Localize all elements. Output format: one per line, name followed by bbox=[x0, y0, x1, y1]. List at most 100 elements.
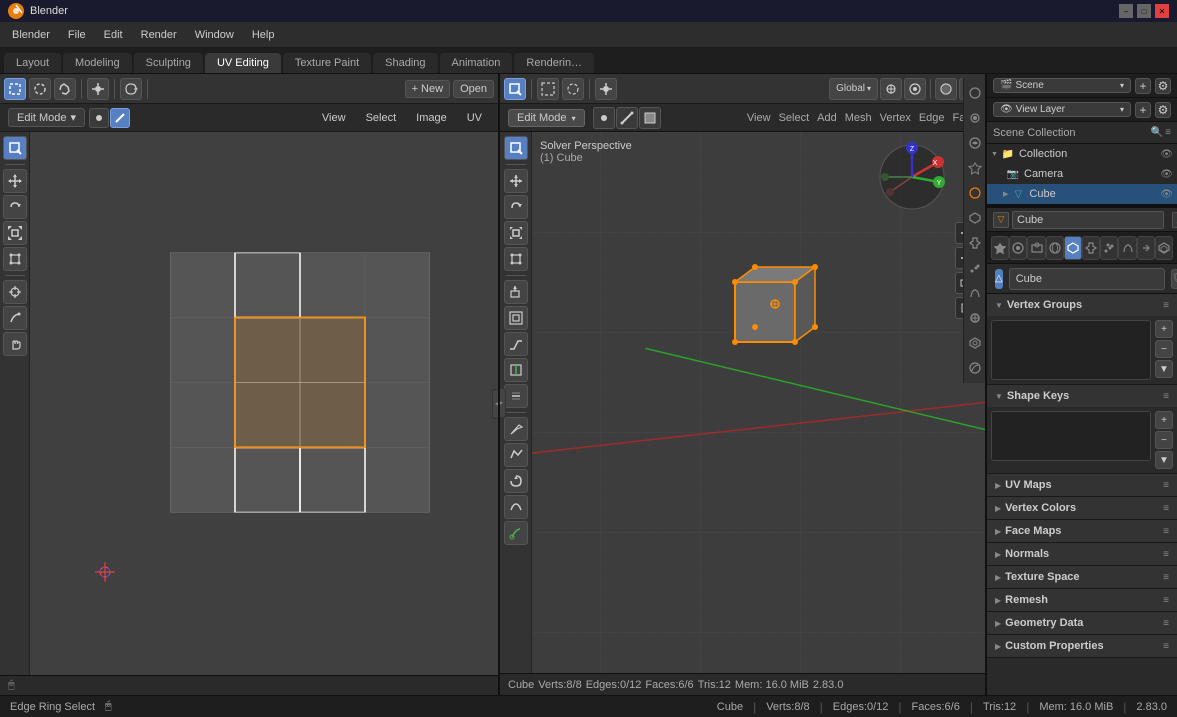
uv-edge-select-btn[interactable] bbox=[110, 108, 130, 128]
menu-file[interactable]: File bbox=[60, 27, 94, 43]
vp-add-menu[interactable]: Add bbox=[817, 112, 837, 124]
collection-visibility-icon[interactable]: 👁 bbox=[1160, 149, 1173, 160]
obj-name-input[interactable] bbox=[1012, 211, 1164, 229]
pvi-modifier-btn[interactable] bbox=[964, 232, 986, 254]
prop-data-btn[interactable] bbox=[1155, 236, 1173, 260]
vertex-colors-options[interactable]: ≡ bbox=[1163, 503, 1169, 514]
tab-animation[interactable]: Animation bbox=[440, 53, 513, 73]
tab-texture-paint[interactable]: Texture Paint bbox=[283, 53, 371, 73]
prop-scene-btn[interactable] bbox=[991, 236, 1009, 260]
uv-tool-scale[interactable] bbox=[3, 221, 27, 245]
vertex-groups-header[interactable]: Vertex Groups ≡ bbox=[987, 294, 1177, 316]
vp-tool-cursor[interactable] bbox=[504, 136, 528, 160]
uv-select-circle-btn[interactable] bbox=[29, 78, 51, 100]
geometry-data-header[interactable]: Geometry Data ≡ bbox=[987, 612, 1177, 634]
vp-overlay-btn[interactable] bbox=[935, 78, 957, 100]
vp-tool-select[interactable] bbox=[504, 78, 526, 100]
scene-add-btn[interactable]: + bbox=[1135, 78, 1151, 94]
pvi-scene-btn[interactable] bbox=[964, 157, 986, 179]
vp-transform-btn[interactable] bbox=[595, 78, 617, 100]
view-layer-add-btn[interactable]: + bbox=[1135, 102, 1151, 118]
uv-tool-annotate[interactable] bbox=[3, 306, 27, 330]
pvi-object-btn[interactable] bbox=[964, 207, 986, 229]
vp-tool-measure[interactable] bbox=[504, 521, 528, 545]
outliner-filter-btn[interactable]: 🔍 bbox=[1151, 127, 1163, 138]
uv-new-btn[interactable]: + New bbox=[405, 80, 451, 98]
menu-edit[interactable]: Edit bbox=[96, 27, 131, 43]
tab-modeling[interactable]: Modeling bbox=[63, 53, 132, 73]
vp-split-left-arrow[interactable]: ▶ bbox=[500, 388, 506, 418]
tab-layout[interactable]: Layout bbox=[4, 53, 61, 73]
scene-settings-btn[interactable]: ⚙ bbox=[1155, 78, 1171, 94]
uv-open-btn[interactable]: Open bbox=[453, 80, 494, 98]
tab-shading[interactable]: Shading bbox=[373, 53, 437, 73]
menu-blender[interactable]: Blender bbox=[4, 27, 58, 43]
uv-view-menu[interactable]: View bbox=[314, 110, 354, 126]
vp-tool-knife[interactable] bbox=[504, 417, 528, 441]
pvi-constraints-btn[interactable] bbox=[964, 307, 986, 329]
vp-view-menu[interactable]: View bbox=[747, 112, 771, 124]
tab-sculpting[interactable]: Sculpting bbox=[134, 53, 203, 73]
mesh-name-field[interactable] bbox=[1009, 268, 1165, 290]
prop-object-btn[interactable] bbox=[1064, 236, 1082, 260]
face-maps-options[interactable]: ≡ bbox=[1163, 526, 1169, 537]
vp-tool-smooth[interactable] bbox=[504, 495, 528, 519]
vp-circle-select-btn[interactable] bbox=[562, 78, 584, 100]
prop-particles-btn[interactable] bbox=[1100, 236, 1118, 260]
geometry-data-options[interactable]: ≡ bbox=[1163, 618, 1169, 629]
outliner-item-collection[interactable]: ▼ 📁 Collection 👁 bbox=[987, 144, 1177, 164]
vp-face-mode-btn[interactable] bbox=[639, 107, 661, 129]
cube-visibility-icon[interactable]: 👁 bbox=[1160, 189, 1173, 200]
menu-window[interactable]: Window bbox=[187, 27, 242, 43]
vp-mode-dropdown[interactable]: Edit Mode ▾ bbox=[508, 109, 585, 127]
menu-help[interactable]: Help bbox=[244, 27, 283, 43]
vertex-groups-options[interactable]: ≡ bbox=[1163, 300, 1169, 311]
vp-edge-mode-btn[interactable] bbox=[616, 107, 638, 129]
uv-select-lasso-btn[interactable] bbox=[54, 78, 76, 100]
scene-dropdown[interactable]: 🎬 Scene ▾ bbox=[993, 78, 1131, 93]
custom-properties-header[interactable]: Custom Properties ≡ bbox=[987, 635, 1177, 657]
pvi-data-btn[interactable] bbox=[964, 332, 986, 354]
prop-physics-btn[interactable] bbox=[1118, 236, 1136, 260]
maximize-button[interactable]: □ bbox=[1137, 4, 1151, 18]
sk-add-btn[interactable]: + bbox=[1155, 411, 1173, 429]
vp-edge-menu[interactable]: Edge bbox=[919, 112, 945, 124]
uv-tool-move[interactable] bbox=[3, 169, 27, 193]
uv-uv-menu[interactable]: UV bbox=[459, 110, 490, 126]
uv-tool-cursor[interactable] bbox=[3, 280, 27, 304]
vertex-colors-header[interactable]: Vertex Colors ≡ bbox=[987, 497, 1177, 519]
vp-select-menu[interactable]: Select bbox=[779, 112, 810, 124]
pvi-physics-btn[interactable] bbox=[964, 282, 986, 304]
uv-maps-options[interactable]: ≡ bbox=[1163, 480, 1169, 491]
outliner-sort-btn[interactable]: ≡ bbox=[1165, 127, 1171, 138]
texture-space-options[interactable]: ≡ bbox=[1163, 572, 1169, 583]
prop-world-btn[interactable] bbox=[1046, 236, 1064, 260]
vp-tool-extrude[interactable] bbox=[504, 280, 528, 304]
texture-space-header[interactable]: Texture Space ≡ bbox=[987, 566, 1177, 588]
pvi-output-btn[interactable] bbox=[964, 107, 986, 129]
uv-tool-rotate[interactable] bbox=[3, 195, 27, 219]
pvi-material-btn[interactable] bbox=[964, 357, 986, 379]
uv-tool-select[interactable] bbox=[3, 136, 27, 160]
view-layer-settings-btn[interactable]: ⚙ bbox=[1155, 102, 1171, 118]
uv-maps-header[interactable]: UV Maps ≡ bbox=[987, 474, 1177, 496]
vp-vertex-mode-btn[interactable] bbox=[593, 107, 615, 129]
pvi-render-btn[interactable] bbox=[964, 82, 986, 104]
mesh-shield-btn[interactable]: 🛡 bbox=[1171, 269, 1177, 289]
obj-icon-btn[interactable]: ▽ bbox=[993, 212, 1009, 228]
vp-box-select-btn[interactable] bbox=[537, 78, 559, 100]
close-button[interactable]: ✕ bbox=[1155, 4, 1169, 18]
pvi-view-layer-btn[interactable] bbox=[964, 132, 986, 154]
custom-properties-options[interactable]: ≡ bbox=[1163, 641, 1169, 652]
vp-tool-bevel[interactable] bbox=[504, 332, 528, 356]
mesh-icon-btn[interactable]: △ bbox=[1172, 212, 1177, 228]
camera-visibility-icon[interactable]: 👁 bbox=[1160, 169, 1173, 180]
normals-options[interactable]: ≡ bbox=[1163, 549, 1169, 560]
outliner-item-cube[interactable]: ▶ ▽ Cube 👁 bbox=[987, 184, 1177, 204]
vp-mesh-menu[interactable]: Mesh bbox=[845, 112, 872, 124]
minimize-button[interactable]: – bbox=[1119, 4, 1133, 18]
uv-tool-grab[interactable] bbox=[3, 332, 27, 356]
sk-down-btn[interactable]: ▼ bbox=[1155, 451, 1173, 469]
vp-tool-loopcut[interactable] bbox=[504, 358, 528, 382]
tab-rendering[interactable]: Renderin… bbox=[514, 53, 594, 73]
